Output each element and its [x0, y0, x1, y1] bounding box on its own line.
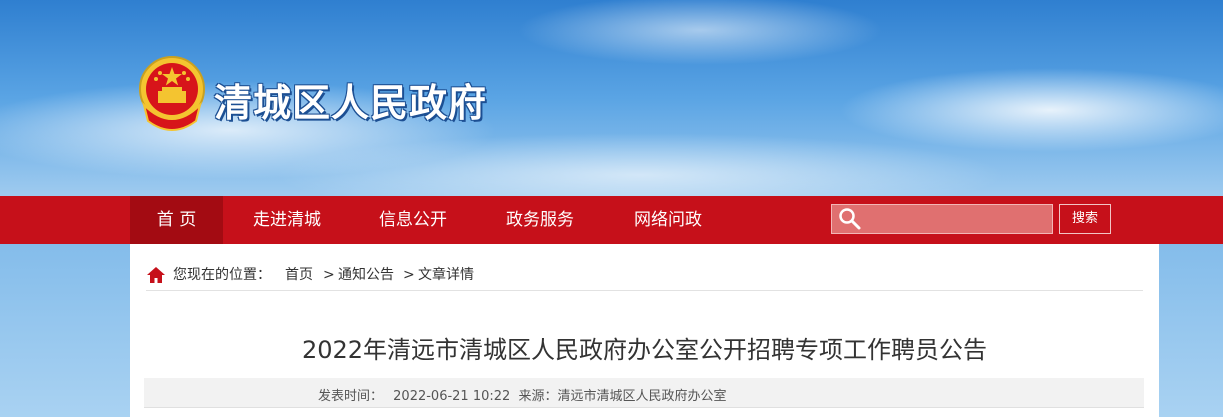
publish-time: 2022-06-21 10:22	[393, 389, 511, 404]
search-icon	[839, 208, 861, 230]
breadcrumb-prefix: 您现在的位置：	[173, 267, 271, 283]
article-title: 2022年清远市清城区人民政府办公室公开招聘专项工作聘员公告	[301, 336, 988, 364]
publish-time-label: 发表时间：	[318, 389, 384, 404]
breadcrumb-item-notices[interactable]: 通知公告	[338, 264, 394, 286]
search-input[interactable]	[831, 204, 1053, 234]
nav-gov-services[interactable]: 政务服务	[481, 196, 599, 244]
nav-online-inquiry[interactable]: 网络问政	[609, 196, 727, 244]
home-icon	[147, 267, 165, 283]
article-meta: 发表时间： 2022-06-21 10:22 来源：清远市清城区人民政府办公室	[318, 385, 726, 404]
source-label: 来源：	[518, 389, 558, 404]
site-title: 清城区人民政府	[214, 81, 488, 125]
breadcrumb-divider	[146, 290, 1143, 291]
national-emblem-icon	[139, 56, 205, 131]
nav-info-disclosure[interactable]: 信息公开	[354, 196, 472, 244]
nav-about-qingcheng[interactable]: 走进清城	[228, 196, 346, 244]
source: 清远市清城区人民政府办公室	[557, 389, 727, 404]
nav-home[interactable]: 首 页	[130, 196, 223, 244]
breadcrumb-item-article: 文章详情	[418, 267, 474, 283]
breadcrumb-separator: >	[323, 267, 335, 283]
search-button[interactable]: 搜索	[1059, 204, 1111, 234]
breadcrumb-item-home[interactable]: 首页	[285, 264, 313, 286]
breadcrumb-separator: >	[403, 267, 415, 283]
